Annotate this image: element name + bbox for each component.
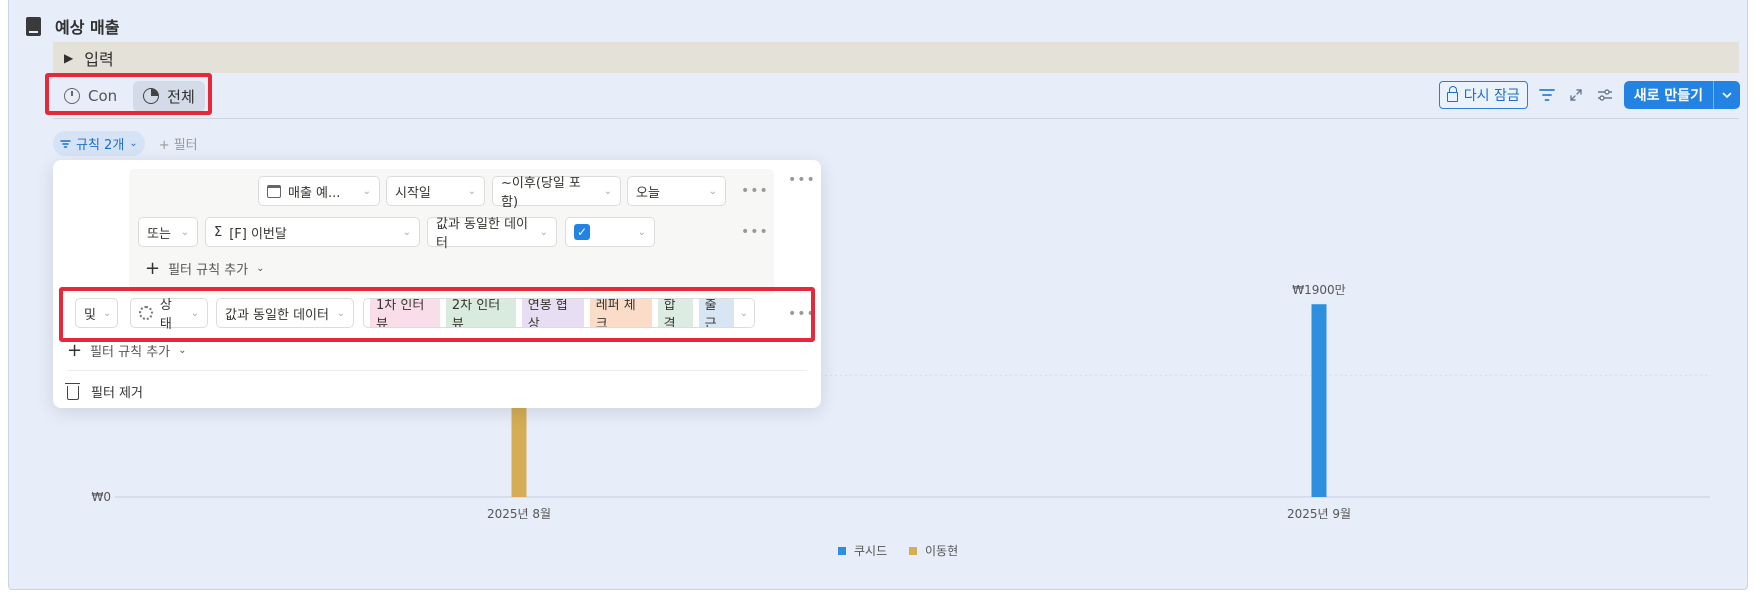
chevron-down-icon[interactable] — [1713, 81, 1740, 109]
new-button-label: 새로 만들기 — [1633, 88, 1703, 104]
chevron-down-icon: ⌄ — [603, 185, 612, 197]
toggle-label: 입력 — [84, 49, 114, 69]
check-icon[interactable]: ✓ — [574, 224, 590, 240]
trash-icon — [65, 382, 80, 400]
chevron-down-icon: ⌄ — [362, 185, 371, 197]
plus-icon: + — [67, 340, 83, 361]
view-toolbar: 다시 잠금 새로 만들기 — [1438, 81, 1740, 109]
more-options-icon[interactable]: ••• — [788, 172, 816, 188]
more-options-icon[interactable]: ••• — [741, 224, 769, 240]
filter-popup: ••• 매출 예... ⌄ 시작일 ⌄ ~이후(당일 포함) ⌄ 오늘 ⌄ ••… — [53, 160, 821, 408]
relock-label: 다시 잠금 — [1463, 88, 1520, 104]
add-rule-label: 필터 규칙 추가 — [168, 263, 249, 278]
conjunction-select[interactable]: 또는 ⌄ — [138, 217, 198, 247]
highlight-box-views — [45, 73, 212, 115]
checkbox-value-select[interactable]: ✓ ⌄ — [565, 217, 655, 247]
rules-chip[interactable]: 규칙 2개 ⌄ — [53, 131, 145, 156]
filter-icon[interactable] — [1537, 85, 1557, 105]
more-options-icon[interactable]: ••• — [741, 183, 769, 199]
chevron-down-icon: ⌄ — [539, 226, 548, 238]
remove-filter-button[interactable]: 필터 제거 — [65, 382, 143, 401]
chevron-down-icon: ⌄ — [178, 345, 187, 356]
formula-property-select[interactable]: Σ [F] 이번달 ⌄ — [205, 217, 420, 247]
filter-bar: 규칙 2개 ⌄ + 필터 — [53, 131, 198, 156]
toolbar-divider — [53, 118, 1739, 119]
calendar-icon — [267, 184, 281, 198]
chevron-down-icon: ⌄ — [180, 226, 189, 238]
page-title[interactable]: 예상 매출 — [26, 14, 119, 38]
unlock-icon — [1446, 86, 1458, 102]
property-select[interactable]: 매출 예... ⌄ — [258, 176, 380, 206]
add-rule-label: 필터 규칙 추가 — [90, 345, 171, 360]
operator-select[interactable]: 값과 동일한 데이터 ⌄ — [427, 217, 557, 251]
expand-icon[interactable] — [1566, 85, 1586, 105]
property-label: [F] 이번달 — [229, 226, 287, 242]
highlight-box-status-rule — [59, 287, 815, 342]
operator-label: ~이후(당일 포함) — [501, 176, 581, 210]
plus-icon: + — [145, 258, 161, 279]
chevron-down-icon: ⌄ — [402, 226, 411, 238]
conjunction-label: 또는 — [147, 226, 171, 242]
property-label: 매출 예... — [288, 185, 341, 201]
filter-icon — [60, 139, 71, 148]
value-label: 오늘 — [636, 185, 660, 201]
rules-chip-label: 규칙 2개 — [76, 138, 125, 153]
triangle-right-icon: ▶ — [64, 50, 74, 65]
popup-divider — [67, 370, 807, 371]
date-field-label: 시작일 — [395, 185, 431, 201]
filter-group: 매출 예... ⌄ 시작일 ⌄ ~이후(당일 포함) ⌄ 오늘 ⌄ ••• 또는… — [129, 169, 774, 295]
chevron-down-icon: ⌄ — [129, 138, 138, 149]
chevron-down-icon: ⌄ — [256, 263, 265, 274]
page-title-text: 예상 매출 — [55, 18, 120, 37]
remove-filter-label: 필터 제거 — [91, 386, 143, 401]
input-toggle[interactable]: ▶ 입력 — [53, 42, 1739, 73]
group-add-rule-button[interactable]: + 필터 규칙 추가 ⌄ — [145, 258, 265, 279]
date-field-select[interactable]: 시작일 ⌄ — [386, 176, 485, 206]
settings-sliders-icon[interactable] — [1595, 85, 1615, 105]
value-select[interactable]: 오늘 ⌄ — [627, 176, 726, 206]
operator-select[interactable]: ~이후(당일 포함) ⌄ — [492, 176, 621, 210]
add-rule-button[interactable]: + 필터 규칙 추가 ⌄ — [67, 340, 187, 361]
add-filter-button[interactable]: + 필터 — [159, 134, 198, 153]
operator-label: 값과 동일한 데이터 — [436, 217, 528, 251]
chevron-down-icon: ⌄ — [708, 185, 717, 197]
relock-button[interactable]: 다시 잠금 — [1438, 81, 1528, 109]
chevron-down-icon: ⌄ — [637, 226, 646, 238]
book-icon — [26, 16, 41, 36]
new-button[interactable]: 새로 만들기 — [1623, 81, 1740, 109]
sigma-icon: Σ — [214, 224, 223, 240]
chevron-down-icon: ⌄ — [467, 185, 476, 197]
